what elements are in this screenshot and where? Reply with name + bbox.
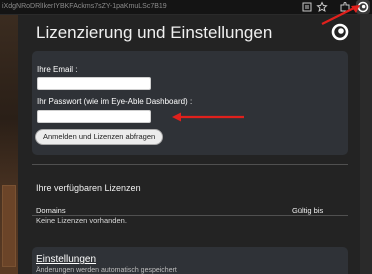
settings-autosave-note: Änderungen werden automatisch gespeicher… <box>36 267 177 274</box>
licenses-heading: Ihre verfügbaren Lizenzen <box>36 183 141 193</box>
page-background-left <box>0 15 18 274</box>
divider <box>32 164 348 165</box>
eye-able-logo-icon <box>330 22 350 42</box>
column-header-valid-until: Gültig bis <box>292 206 324 215</box>
password-label: Ihr Passwort (wie im Eye-Able Dashboard)… <box>37 97 193 106</box>
page-background-right <box>360 15 372 274</box>
column-header-domains: Domains <box>36 206 66 215</box>
settings-link[interactable]: Einstellungen <box>36 254 96 265</box>
password-field[interactable] <box>37 110 151 123</box>
page-title: Lizenzierung und Einstellungen <box>36 23 273 42</box>
eye-able-extension-button[interactable] <box>356 0 370 14</box>
extension-popup: Lizenzierung und Einstellungen Ihre Emai… <box>18 15 360 274</box>
email-field[interactable] <box>37 77 151 90</box>
browser-toolbar: iXdgNRoDRlIkerIYBKFAckms7sZY-1paKmuLSc7B… <box>0 0 372 15</box>
empty-licenses-message: Keine Lizenzen vorhanden. <box>36 216 127 225</box>
reader-view-icon[interactable] <box>301 1 313 13</box>
login-button[interactable]: Anmelden und Lizenzen abfragen <box>35 129 164 145</box>
bookmark-icon[interactable] <box>316 1 328 13</box>
address-bar-text[interactable]: iXdgNRoDRlIkerIYBKFAckms7sZY-1paKmuLSc7B… <box>0 0 167 14</box>
email-label: Ihre Email : <box>37 65 78 74</box>
extensions-puzzle-icon[interactable] <box>339 1 351 13</box>
